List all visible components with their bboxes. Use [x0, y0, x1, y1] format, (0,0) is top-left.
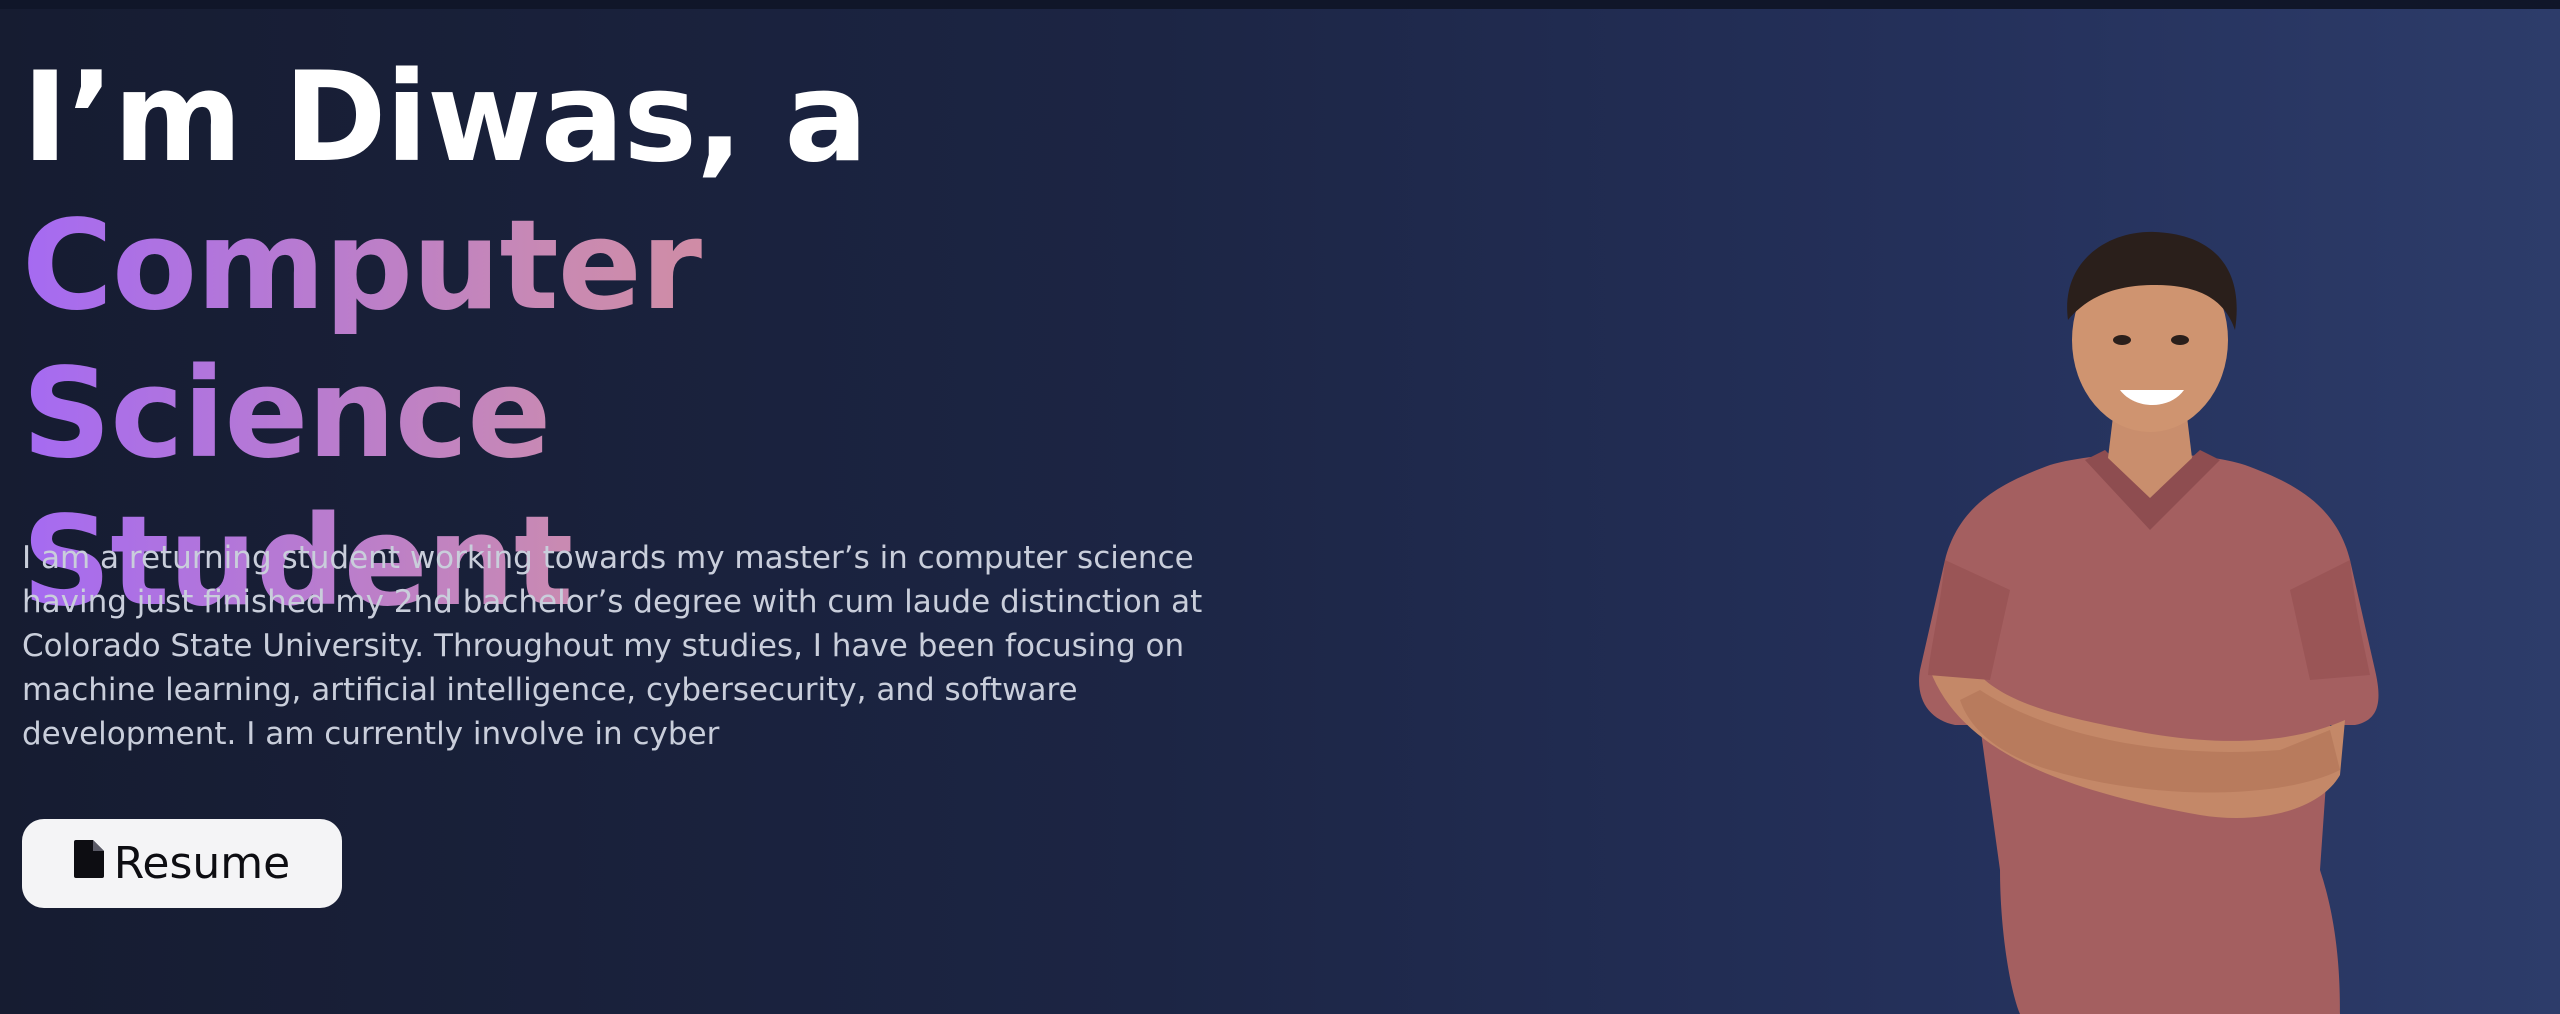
resume-button-label: Resume	[113, 838, 291, 889]
headline-intro: I’m Diwas, a	[22, 46, 868, 190]
intro-paragraph: I am a returning student working towards…	[22, 540, 1203, 752]
file-icon	[73, 838, 104, 889]
profile-photo	[1919, 231, 2379, 1014]
top-bar	[0, 0, 2560, 9]
headline-role-line1: Computer Science	[22, 192, 1222, 488]
resume-button[interactable]: Resume	[22, 819, 342, 908]
hero-section: I’m Diwas, a Computer Science Student I …	[0, 0, 2560, 1014]
